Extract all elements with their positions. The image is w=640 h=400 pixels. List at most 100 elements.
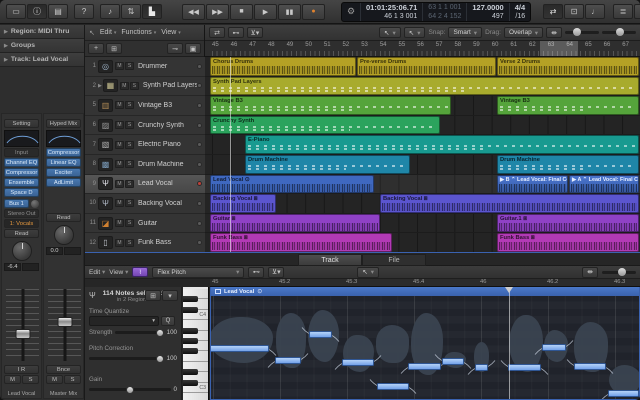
solo-button[interactable]: S [125, 180, 134, 188]
drag-menu[interactable]: Overlap ▾ [504, 27, 543, 38]
arrange-area[interactable]: Chorus DrumsPre-verse DrumsVerse 2 Drums… [205, 57, 640, 253]
list-editors-icon[interactable]: ≣ [613, 4, 633, 19]
mute-button[interactable]: M [115, 239, 124, 247]
mute-button[interactable]: M [46, 375, 63, 384]
note-pads-icon[interactable]: ▤ [634, 4, 640, 19]
tuner-icon[interactable]: ♩ [585, 4, 605, 19]
rewind-button[interactable]: ◀◀ [182, 4, 205, 20]
input-monitor-record-buttons[interactable]: I R [4, 365, 39, 374]
region-backing-vocal[interactable]: Backing Vocal ⧈ [380, 194, 639, 213]
record-enable-button[interactable] [197, 83, 202, 88]
smart-controls-icon[interactable]: ♪ [100, 4, 120, 19]
plugin-slot[interactable]: Compressor [46, 148, 81, 157]
black-key[interactable] [183, 338, 198, 344]
track-row-lead-vocal[interactable]: 9ΨMSLead Vocal [85, 175, 205, 195]
view-menu[interactable]: View ▾ [161, 29, 181, 36]
automation-mode-button[interactable]: Read [4, 229, 39, 238]
track-row-electric-piano[interactable]: 7▧MSElectric Piano [85, 135, 205, 155]
solo-button[interactable]: S [64, 375, 81, 384]
black-key[interactable] [183, 307, 198, 313]
track-name[interactable]: Funk Bass [138, 239, 197, 246]
groups-inspector-header[interactable]: ▶ Groups [0, 39, 84, 53]
track-row-drummer[interactable]: 1◎MSDrummer [85, 57, 205, 77]
flex-pitch-note[interactable] [475, 364, 488, 371]
add-track-button[interactable]: + [88, 43, 104, 54]
mute-button[interactable]: M [115, 180, 124, 188]
inspector-icon[interactable]: ⓘ [27, 4, 47, 19]
arrange-lane[interactable]: Chorus DrumsPre-verse DrumsVerse 2 Drums [205, 57, 640, 77]
track-name[interactable]: Electric Piano [138, 141, 197, 148]
lcd-signature[interactable]: 4/4 /16 [509, 3, 530, 21]
flex-pitch-note[interactable] [608, 390, 639, 397]
pitch-correction-value[interactable]: 100 [167, 355, 177, 362]
command-click-tool-menu[interactable]: ↖ ▾ [404, 27, 426, 38]
white-key[interactable] [183, 393, 209, 400]
region-vintage-b3[interactable]: Vintage B3 [210, 96, 451, 115]
track-filter-icon[interactable]: ⊻▾ [247, 27, 263, 38]
input-slot[interactable]: Input [4, 148, 39, 157]
record-enable-button[interactable] [197, 123, 202, 128]
arrange-lane[interactable]: Crunchy Synth [205, 116, 640, 136]
pan-knob[interactable] [54, 225, 74, 245]
plugin-slot[interactable]: Channel EQ [4, 158, 39, 167]
track-row-vintage-b3[interactable]: 5▥MSVintage B3 [85, 96, 205, 116]
region-chorus-drums[interactable]: Chorus Drums [210, 57, 356, 76]
editor-inspector-button-2[interactable]: ▾ [162, 290, 178, 301]
flex-pitch-editor[interactable]: Lead Vocal ⊙ [210, 287, 640, 400]
catch-playhead-icon[interactable]: ⊷ [228, 27, 244, 38]
solo-button[interactable]: S [125, 219, 134, 227]
waveform-zoom-icon[interactable]: ⇼ [546, 27, 562, 38]
record-enable-button[interactable] [197, 181, 202, 186]
cycle-icon[interactable]: ⇄ [543, 4, 563, 19]
solo-button[interactable]: S [130, 82, 139, 90]
record-enable-button[interactable] [197, 103, 202, 108]
region-guitar[interactable]: Guitar ⧈ [210, 214, 380, 233]
time-quantize-menu[interactable]: ▾ [89, 316, 159, 326]
mute-button[interactable]: M [115, 121, 124, 129]
pointer-icon[interactable]: ↖ [89, 29, 95, 37]
toolbar-icon[interactable]: ▤ [48, 4, 68, 19]
solo-button[interactable]: S [125, 199, 134, 207]
plugin-slot[interactable]: Linear EQ [46, 158, 81, 167]
plugin-slot[interactable]: Compressor [4, 168, 39, 177]
volume-value[interactable]: -6.4 [4, 263, 21, 271]
flex-pitch-note[interactable] [309, 331, 332, 338]
eq-thumbnail[interactable] [46, 130, 81, 147]
disclosure-triangle-icon[interactable]: ▶ [98, 83, 102, 89]
mixer-icon[interactable]: ⇅ [121, 4, 141, 19]
flex-pitch-note[interactable] [442, 358, 464, 365]
track-row-funk-bass[interactable]: 12▯MSFunk Bass [85, 233, 205, 253]
plugin-slot[interactable]: Ensemble [4, 178, 39, 187]
send-slot[interactable]: Bus 1 [4, 199, 29, 208]
track-row-backing-vocal[interactable]: 10ΨMSBacking Vocal [85, 194, 205, 214]
region-funk-bass[interactable]: Funk Bass ⧈ [497, 233, 639, 252]
gain-slider[interactable] [89, 388, 171, 391]
track-inspector-header[interactable]: ▶ Track: Lead Vocal [0, 53, 84, 67]
editor-inspector-button-1[interactable]: ⊞ [145, 290, 161, 301]
track-name[interactable]: Crunchy Synth [138, 122, 197, 129]
solo-button[interactable]: S [22, 375, 39, 384]
plugin-slot[interactable]: Space D [4, 188, 39, 197]
record-enable-button[interactable] [197, 201, 202, 206]
black-key[interactable] [183, 348, 198, 354]
region-backing-vocal[interactable]: Backing Vocal ⧈ [210, 194, 276, 213]
region-crunchy-synth[interactable]: Crunchy Synth [210, 116, 440, 135]
volume-fader[interactable] [48, 289, 81, 361]
track-zoom-button[interactable]: ⊸ [167, 43, 183, 54]
play-button[interactable]: ▶ [254, 4, 277, 20]
gain-value[interactable]: 0 [174, 386, 177, 393]
region-lead-vocal-final-co[interactable]: ▶ B ⌃ Lead Vocal: Final Co [497, 175, 568, 194]
arrange-lane[interactable]: Vintage B3Vintage B3 [205, 96, 640, 116]
track-row-guitar[interactable]: 11◪MSGuitar [85, 214, 205, 234]
snap-menu[interactable]: Smart ▾ [448, 27, 482, 38]
mute-button[interactable]: M [115, 62, 124, 70]
library-icon[interactable]: ▭ [6, 4, 26, 19]
mute-button[interactable]: M [120, 82, 129, 90]
flex-pitch-note[interactable] [542, 344, 566, 351]
region-drum-machine[interactable]: Drum Machine [245, 155, 410, 174]
horizontal-zoom-slider[interactable] [602, 31, 636, 34]
record-enable-button[interactable] [197, 162, 202, 167]
editor-ruler[interactable]: 4545.245.345.44646.246.3 [210, 279, 640, 287]
record-enable-button[interactable] [197, 221, 202, 226]
channel-strip-name[interactable]: Lead Vocal [2, 391, 41, 397]
